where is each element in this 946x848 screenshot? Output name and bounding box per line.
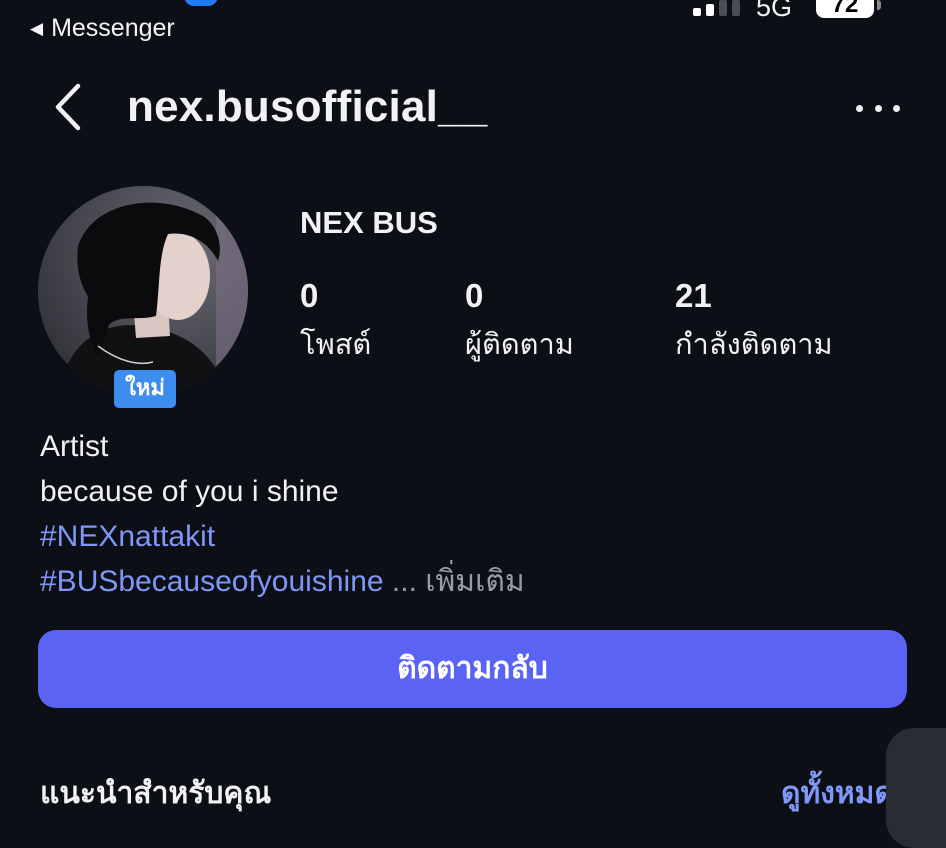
- bio-text: because of you i shine: [40, 475, 339, 508]
- back-triangle-icon: ◀: [30, 18, 44, 38]
- display-name: NEX BUS: [300, 205, 438, 240]
- bio-more-link[interactable]: เพิ่มเติม: [425, 565, 524, 598]
- back-button[interactable]: [48, 82, 92, 132]
- notification-dot: [184, 0, 218, 6]
- stat-followers[interactable]: 0 ผู้ติดตาม: [465, 277, 574, 367]
- chevron-left-icon: [55, 83, 81, 131]
- battery-icon: 72: [816, 0, 881, 18]
- follow-back-button[interactable]: ติดตามกลับ: [38, 630, 907, 708]
- more-options-button[interactable]: [856, 100, 900, 116]
- stat-label: ผู้ติดตาม: [465, 329, 574, 361]
- stat-label: โพสต์: [300, 329, 372, 361]
- hashtag-link[interactable]: #BUSbecauseofyouishine: [40, 565, 384, 598]
- network-type: 5G: [756, 0, 793, 22]
- dot: [893, 104, 900, 112]
- profile-avatar[interactable]: [38, 186, 248, 396]
- bio-category: Artist: [40, 430, 109, 463]
- stat-posts[interactable]: 0 โพสต์: [300, 277, 371, 367]
- profile-header: nex.busofficial__: [0, 70, 946, 150]
- hashtag-link[interactable]: #NEXnattakit: [40, 514, 525, 559]
- stat-value: 21: [675, 277, 712, 314]
- new-badge: ใหม่: [112, 368, 178, 410]
- bio-ellipsis: ...: [391, 565, 417, 598]
- stat-label: กำลังติดตาม: [675, 329, 833, 361]
- dot: [856, 104, 863, 112]
- see-all-link[interactable]: ดูทั้งหมด: [781, 770, 894, 817]
- stat-value: 0: [465, 277, 484, 314]
- profile-username: nex.busofficial__: [127, 82, 488, 131]
- profile-bio: Artist because of you i shine #NEXnattak…: [40, 424, 525, 604]
- avatar-photo: [38, 186, 248, 396]
- back-to-app-link[interactable]: ◀ Messenger: [30, 14, 175, 43]
- suggestions-title: แนะนำสำหรับคุณ: [40, 777, 272, 810]
- signal-icon: [693, 0, 740, 16]
- dot: [874, 104, 882, 112]
- stat-value: 0: [300, 277, 319, 314]
- back-app-label: Messenger: [51, 14, 175, 42]
- status-bar: ◀ Messenger 5G 72: [0, 0, 946, 50]
- floating-chat-handle[interactable]: [886, 728, 946, 848]
- stat-following[interactable]: 21 กำลังติดตาม: [675, 277, 833, 367]
